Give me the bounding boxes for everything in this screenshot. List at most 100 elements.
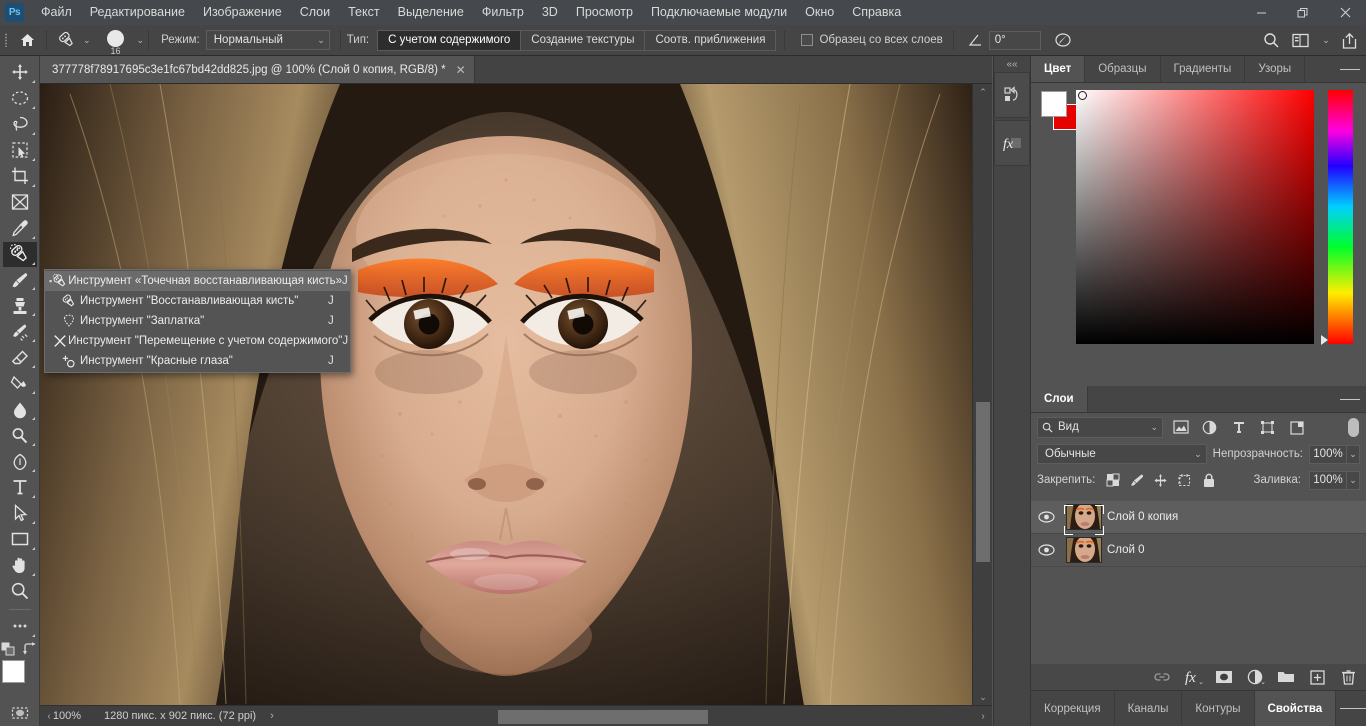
layer-visibility-toggle[interactable] <box>1031 544 1061 556</box>
flyout-item-healing-brush[interactable]: Инструмент "Восстанавливающая кисть" J <box>45 291 350 311</box>
tab-layers[interactable]: Слои <box>1031 386 1088 412</box>
swap-colors-icon[interactable] <box>23 641 38 657</box>
type-content-aware-button[interactable]: С учетом содержимого <box>377 29 521 51</box>
filter-shape-icon[interactable] <box>1256 416 1279 438</box>
brush-size-chevron-down-icon[interactable]: ⌄ <box>137 35 145 46</box>
filter-type-icon[interactable] <box>1227 416 1250 438</box>
foreground-color-swatch[interactable] <box>1041 91 1067 117</box>
close-button[interactable] <box>1324 0 1366 25</box>
tool-history-brush[interactable] <box>3 319 37 344</box>
menu-filter[interactable]: Фильтр <box>473 1 533 24</box>
layer-blend-mode-select[interactable]: Обычные ⌄ <box>1037 444 1207 464</box>
tab-swatches[interactable]: Образцы <box>1085 56 1161 82</box>
panel-menu-icon[interactable] <box>1340 386 1361 413</box>
add-mask-icon[interactable] <box>1214 666 1234 688</box>
opacity-value[interactable]: 100% <box>1309 444 1347 464</box>
layer-visibility-toggle[interactable] <box>1031 511 1061 523</box>
flyout-item-spot-healing-brush[interactable]: ▪ Инструмент «Точечная восстанавливающая… <box>45 271 350 291</box>
menu-window[interactable]: Окно <box>796 1 843 24</box>
delete-layer-icon[interactable] <box>1338 666 1358 688</box>
layer-thumbnail-cell[interactable] <box>1061 537 1107 563</box>
panel-menu-icon[interactable] <box>1340 691 1366 726</box>
layer-row-0[interactable]: Слой 0 копия <box>1031 501 1366 535</box>
search-icon[interactable] <box>1256 25 1286 56</box>
filter-smart-object-icon[interactable] <box>1285 416 1308 438</box>
tab-properties[interactable]: Свойства <box>1254 691 1337 726</box>
flyout-item-red-eye[interactable]: Инструмент "Красные глаза" J <box>45 351 350 371</box>
default-colors-icon[interactable] <box>1 642 16 657</box>
scroll-down-icon[interactable]: ⌄ <box>973 689 993 705</box>
tool-path-selection[interactable] <box>3 501 37 526</box>
hue-slider[interactable] <box>1328 90 1353 344</box>
expand-dock-icon[interactable]: «« <box>994 56 1030 72</box>
lock-image-icon[interactable] <box>1126 470 1147 491</box>
tool-spot-healing-brush[interactable] <box>2 241 37 267</box>
fill-value[interactable]: 100% <box>1309 470 1347 490</box>
layer-thumbnail-cell[interactable] <box>1061 504 1107 535</box>
canvas-area[interactable] <box>40 84 992 705</box>
styles-panel-icon[interactable]: fx <box>994 120 1030 166</box>
fx-icon[interactable]: fx ⌄ <box>1183 666 1204 688</box>
scroll-up-icon[interactable]: ⌃ <box>973 84 993 100</box>
menu-text[interactable]: Текст <box>339 1 388 24</box>
menu-plugins[interactable]: Подключаемые модули <box>642 1 796 24</box>
color-swatches[interactable] <box>1 659 39 696</box>
menu-image[interactable]: Изображение <box>194 1 291 24</box>
tablet-pressure-icon[interactable] <box>1049 25 1077 56</box>
flyout-item-patch[interactable]: Инструмент "Заплатка" J <box>45 311 350 331</box>
lock-position-icon[interactable] <box>1150 470 1171 491</box>
tool-brush[interactable] <box>3 268 37 293</box>
new-layer-icon[interactable] <box>1307 666 1327 688</box>
tool-pen[interactable] <box>3 449 37 474</box>
home-icon[interactable] <box>12 25 42 56</box>
status-expand-icon[interactable]: › <box>270 710 274 722</box>
tool-gradient[interactable] <box>3 371 37 396</box>
minimize-button[interactable] <box>1240 0 1282 25</box>
tool-crop[interactable] <box>3 164 37 189</box>
filter-enable-toggle[interactable] <box>1347 416 1360 438</box>
tab-adjustments[interactable]: Коррекция <box>1031 691 1115 726</box>
lock-transparency-icon[interactable] <box>1102 470 1123 491</box>
type-proximity-match-button[interactable]: Соотв. приближения <box>644 29 777 51</box>
layer-row-1[interactable]: Слой 0 <box>1031 534 1366 567</box>
close-icon[interactable]: ✕ <box>456 63 466 77</box>
document-tab[interactable]: 377778f78917695c3e1fc67bd42dd825.jpg @ 1… <box>40 56 475 83</box>
link-layers-icon[interactable] <box>1152 666 1172 688</box>
chevron-down-icon[interactable]: ⌄ <box>1316 25 1332 56</box>
lock-all-icon[interactable] <box>1198 470 1219 491</box>
tool-rectangle[interactable] <box>3 527 37 552</box>
tool-dodge[interactable] <box>3 423 37 448</box>
tool-clone-stamp[interactable] <box>3 293 37 318</box>
tool-edit-toolbar[interactable] <box>3 614 37 639</box>
tab-color[interactable]: Цвет <box>1031 56 1086 82</box>
adjustment-layer-icon[interactable]: ⌄ <box>1245 666 1266 688</box>
tool-lasso[interactable] <box>3 112 37 137</box>
layer-name[interactable]: Слой 0 <box>1107 544 1145 556</box>
zoom-level[interactable]: 100% <box>44 710 90 722</box>
foreground-color-swatch[interactable] <box>1 659 25 683</box>
opacity-chevron-down-icon[interactable]: ⌄ <box>1347 444 1360 464</box>
angle-input[interactable]: 0° <box>988 30 1041 50</box>
scroll-right-icon[interactable]: › <box>975 706 991 726</box>
layer-name[interactable]: Слой 0 копия <box>1107 511 1178 523</box>
canvas-vertical-scrollbar[interactable]: ⌃ ⌄ <box>972 84 992 705</box>
tool-elliptical-marquee[interactable] <box>3 86 37 111</box>
tool-eyedropper[interactable] <box>3 216 37 241</box>
layer-filter-select[interactable]: Вид ⌄ <box>1037 416 1163 438</box>
horizontal-scroll-thumb[interactable] <box>498 710 708 724</box>
tool-frame[interactable] <box>3 190 37 215</box>
menu-file[interactable]: Файл <box>32 1 81 24</box>
menu-help[interactable]: Справка <box>843 1 910 24</box>
tool-zoom[interactable] <box>3 579 37 604</box>
tab-channels[interactable]: Каналы <box>1115 691 1183 726</box>
tool-eraser[interactable] <box>3 345 37 370</box>
fill-chevron-down-icon[interactable]: ⌄ <box>1347 470 1360 490</box>
vertical-scroll-thumb[interactable] <box>976 402 990 562</box>
angle-control[interactable]: 0° <box>968 30 1041 50</box>
flyout-item-content-aware-move[interactable]: Инструмент "Перемещение с учетом содержи… <box>45 331 350 351</box>
share-icon[interactable] <box>1332 25 1366 56</box>
menu-layers[interactable]: Слои <box>291 1 339 24</box>
panel-menu-icon[interactable] <box>1340 56 1361 83</box>
tool-hand[interactable] <box>3 553 37 578</box>
workspace-icon[interactable] <box>1286 25 1316 56</box>
